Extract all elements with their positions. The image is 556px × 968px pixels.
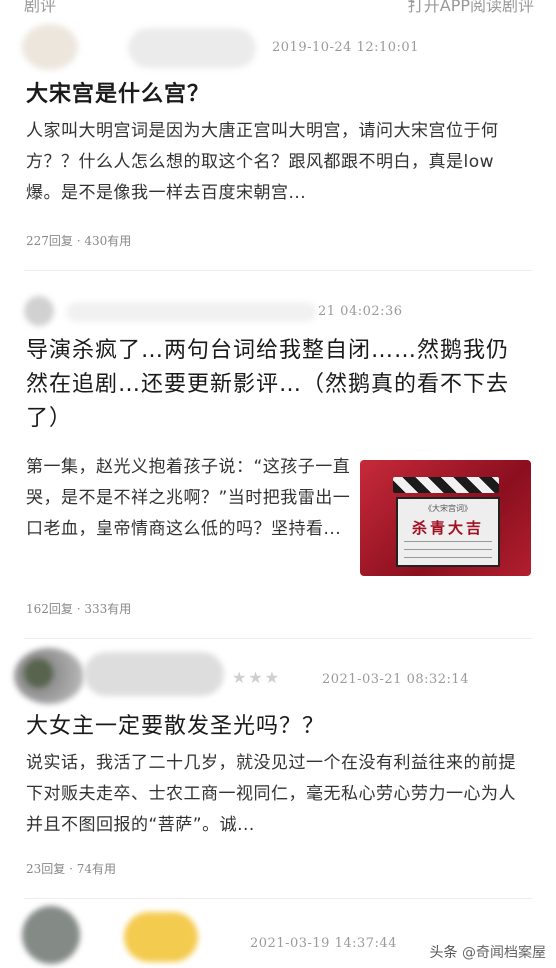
review-thumbnail[interactable]: 《大宋宫词》 杀青大吉 [360,460,531,576]
review-meta: ★★★ 2021-03-21 08:32:14 [0,640,556,704]
divider [24,270,532,271]
review-meta: 21 04:02:36 [0,290,556,338]
review-date: 21 04:02:36 [318,304,403,319]
open-app-link[interactable]: 打开APP阅读剧评 [408,0,534,14]
top-bar: 剧评 ✎ 打开APP阅读剧评 [0,0,556,14]
review-body[interactable]: 说实话，我活了二十几岁，就没见过一个在没有利益往来的前提下对贩夫走卒、士农工商一… [26,748,526,841]
thumb-subtitle: 《大宋宫词》 [424,504,472,513]
watermark-prefix: 头条 [429,945,458,961]
review-date: 2021-03-21 08:32:14 [322,672,469,687]
review-title[interactable]: 大宋宫是什么宫？ [26,76,210,108]
avatar[interactable] [22,24,78,70]
avatar[interactable] [14,648,84,704]
review-meta: 2021-03-19 14:37:44 [0,900,556,964]
rating-stars: ★★★ [232,668,282,687]
review-date: 2019-10-24 12:10:01 [272,40,419,55]
review-stats: 23回复 · 74有用 [26,862,116,876]
username-blurred[interactable] [66,302,316,322]
section-label: 剧评 [24,0,57,14]
watermark: 头条 @奇闻档案屋 [430,942,546,962]
divider [24,898,532,899]
review-stats: 227回复 · 430有用 [26,234,132,248]
review-body[interactable]: 第一集，赵光义抱着孩子说：“这孩子一直哭，是不是不祥之兆啊？”当时把我雷出一口老… [26,452,356,545]
username-blurred[interactable] [84,652,224,696]
avatar[interactable] [22,906,80,964]
review-date: 2021-03-19 14:37:44 [250,936,397,951]
avatar[interactable] [24,296,54,326]
thumb-title: 杀青大吉 [411,519,484,537]
review-body[interactable]: 人家叫大明宫词是因为大唐正宫叫大明宫，请问大宋宫位于何方？？什么人怎么想的取这个… [26,116,526,209]
review-title[interactable]: 导演杀疯了…两句台词给我整自闭……然鹅我仍然在追剧…还要更新影评…（然鹅真的看不… [26,334,526,436]
clapperboard-icon: 《大宋宫词》 杀青大吉 [393,477,500,567]
review-meta: 2019-10-24 12:10:01 [0,22,556,70]
divider [24,638,532,639]
review-stats: 162回复 · 333有用 [26,602,132,616]
watermark-handle: @奇闻档案屋 [462,945,546,961]
username-blurred[interactable] [128,28,256,68]
username-blurred[interactable] [124,912,198,962]
review-title[interactable]: 大女主一定要散发圣光吗？？ [26,708,325,740]
